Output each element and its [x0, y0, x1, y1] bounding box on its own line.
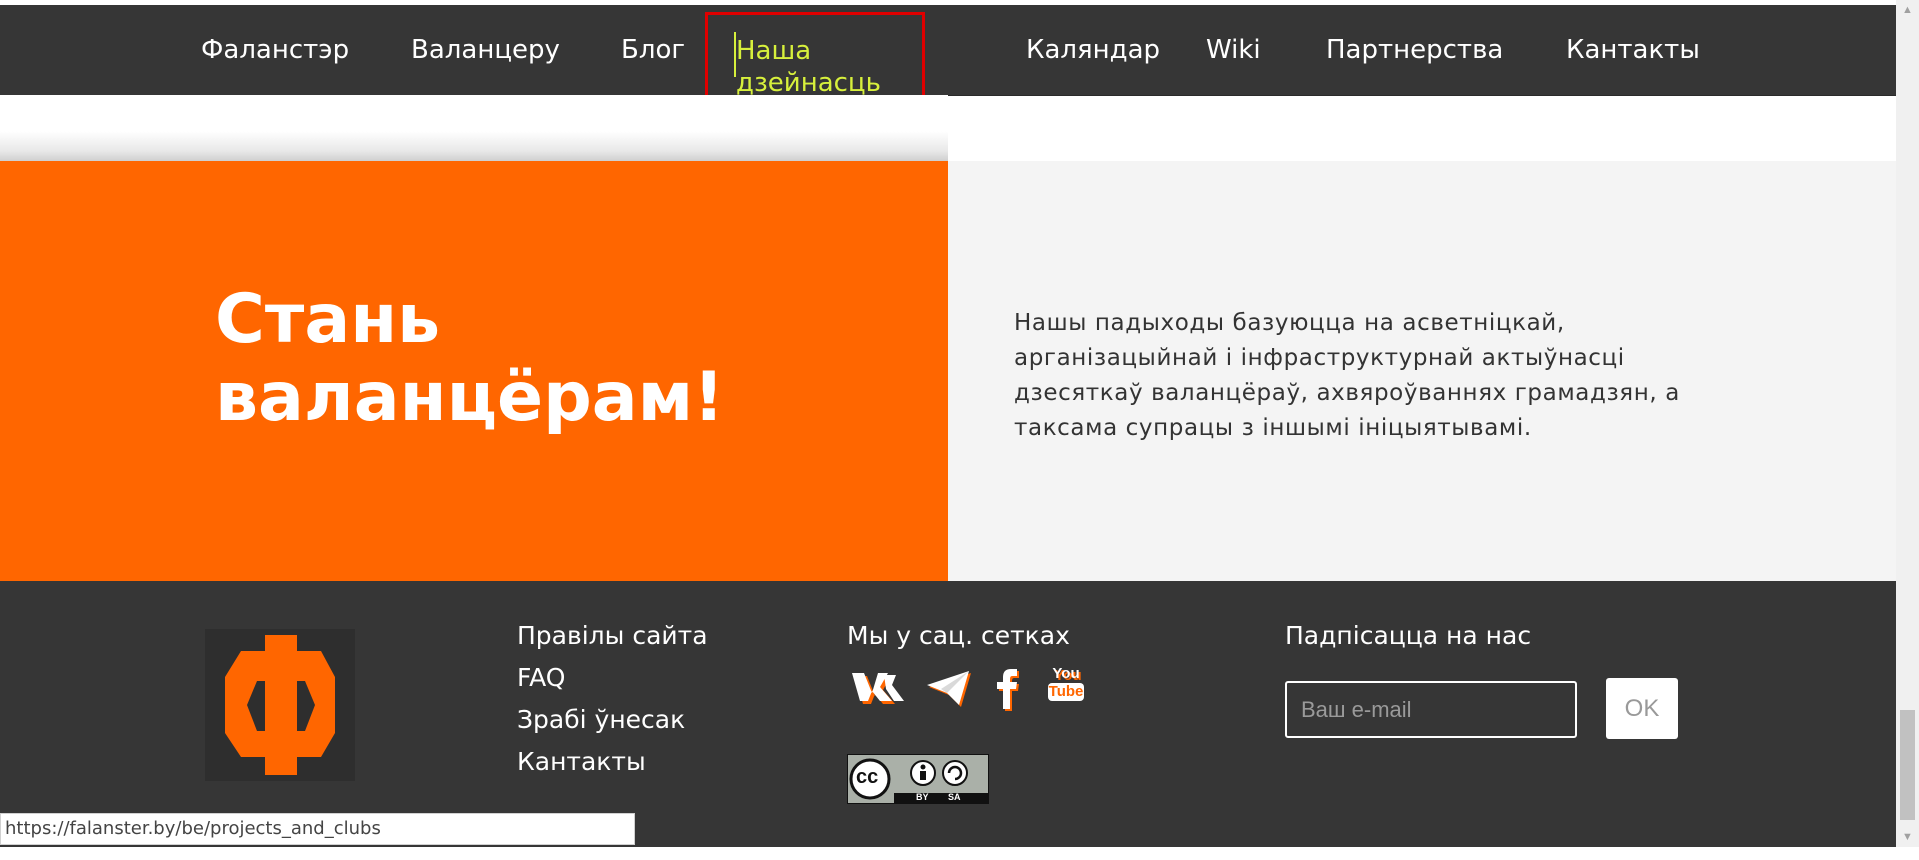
youtube-you: You	[1052, 665, 1080, 682]
nav-item-blog[interactable]: Блог	[621, 35, 685, 65]
nav-item-our-activity[interactable]: Наша дзейнасць	[736, 35, 916, 99]
hero-text: Нашы падыходы базуюцца на асветніцкай, а…	[1014, 310, 1680, 441]
hero-description: Нашы падыходы базуюцца на асветніцкай, а…	[948, 161, 1896, 581]
subscribe-title: Падпісацца на нас	[1285, 621, 1532, 650]
hero-title: Стань валанцёрам!	[215, 280, 725, 437]
bottom-strip	[0, 847, 1896, 860]
vk-icon[interactable]	[850, 667, 908, 712]
shadow-band	[0, 95, 948, 161]
email-field[interactable]	[1285, 681, 1577, 738]
scroll-down-icon[interactable]: ▼	[1896, 827, 1919, 847]
hero-banner: Стань валанцёрам!	[0, 161, 948, 581]
footer-link-rules[interactable]: Правілы сайта	[517, 621, 708, 650]
footer-link-donate[interactable]: Зрабі ўнесак	[517, 705, 685, 734]
nav-item-wiki[interactable]: Wiki	[1206, 35, 1261, 65]
footer-link-contacts[interactable]: Кантакты	[517, 747, 646, 776]
falanster-logo-icon[interactable]	[205, 629, 355, 781]
cc-by-text: BY	[916, 792, 929, 802]
scroll-up-icon[interactable]: ▲	[1896, 0, 1919, 20]
status-bar-url: https://falanster.by/be/projects_and_clu…	[0, 813, 635, 845]
cc-sa-text: SA	[948, 792, 961, 802]
telegram-icon[interactable]	[925, 667, 971, 712]
nav-item-contacts[interactable]: Кантакты	[1566, 35, 1700, 65]
nav-item-partnership[interactable]: Партнерства	[1326, 35, 1503, 65]
cc-text: cc	[856, 766, 879, 788]
footer-link-faq[interactable]: FAQ	[517, 663, 565, 692]
social-title: Мы у сац. сетках	[847, 621, 1070, 650]
nav-item-calendar[interactable]: Каляндар	[1026, 35, 1160, 65]
nav-item-falanster[interactable]: Фаланстэр	[201, 35, 349, 65]
youtube-tube: Tube	[1048, 683, 1084, 701]
cc-license-badge[interactable]: cc BY SA	[847, 754, 989, 804]
main-nav: Фаланстэр Валанцеру Блог Наша дзейнасць …	[0, 5, 1896, 99]
scrollbar-thumb[interactable]	[1900, 710, 1915, 820]
nav-item-volunteer[interactable]: Валанцеру	[411, 35, 560, 65]
footer: Правілы сайта FAQ Зрабі ўнесак Кантакты …	[0, 581, 1896, 847]
facebook-icon[interactable]	[993, 667, 1023, 716]
youtube-icon[interactable]: You Tube	[1048, 665, 1084, 701]
subscribe-ok-button[interactable]: OK	[1606, 678, 1678, 739]
vertical-scrollbar[interactable]: ▲ ▼	[1896, 0, 1919, 847]
